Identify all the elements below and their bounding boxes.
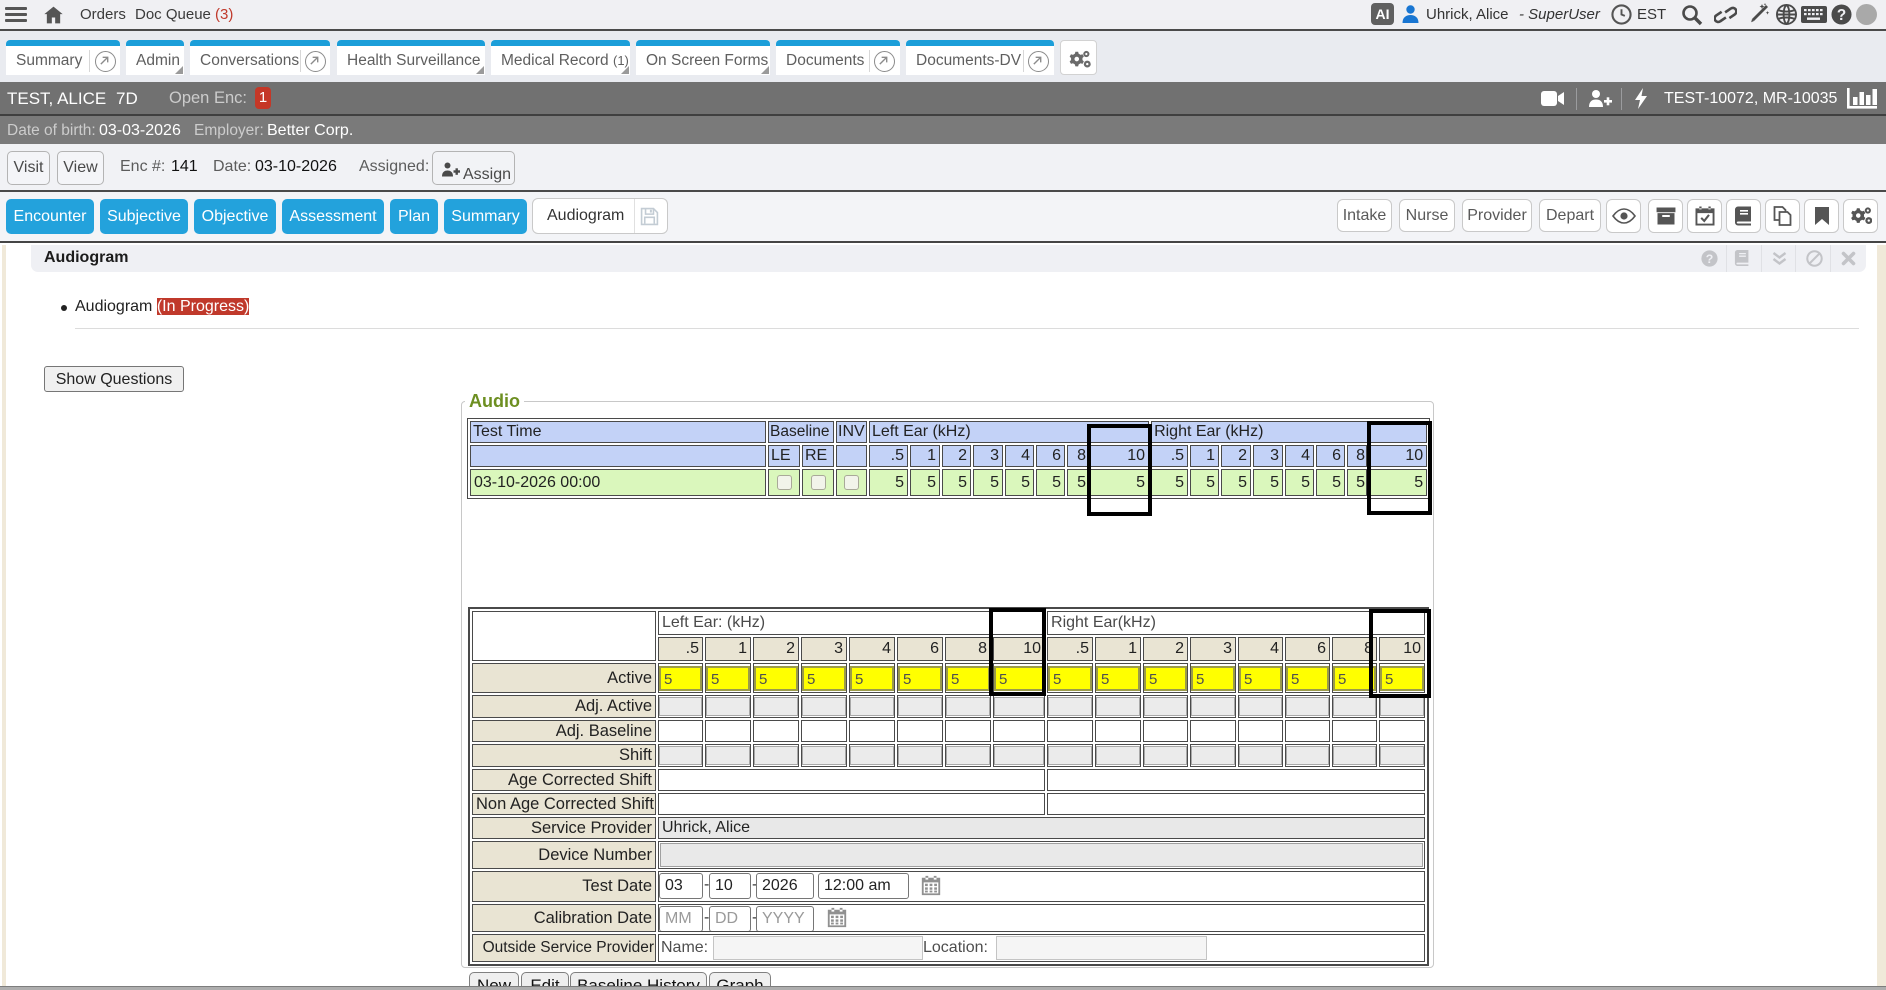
svg-text:?: ? [1706, 252, 1714, 266]
svg-text:?: ? [1837, 7, 1846, 24]
